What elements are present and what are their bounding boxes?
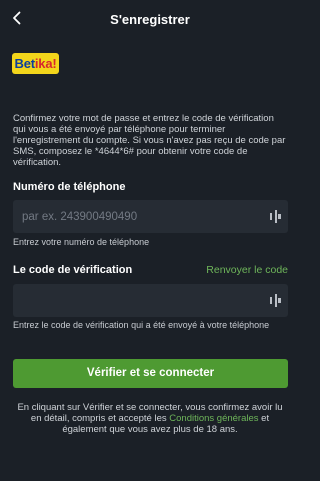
code-label: Le code de vérification (13, 264, 133, 276)
code-hint: Entrez le code de vérification qui a été… (13, 320, 270, 330)
password-dots-icon[interactable] (270, 210, 282, 223)
betika-logo: Betika! (12, 53, 59, 74)
header: S'enregistrer (0, 0, 300, 38)
phone-label: Numéro de téléphone (13, 181, 126, 193)
resend-code-link[interactable]: Renvoyer le code (206, 264, 288, 276)
phone-field (13, 200, 288, 233)
phone-input[interactable] (13, 200, 253, 233)
code-input[interactable] (13, 284, 253, 317)
phone-hint: Entrez votre numéro de téléphone (13, 237, 150, 247)
terms-link[interactable]: Conditions générales (169, 413, 258, 424)
intro-text: Confirmez votre mot de passe et entrez l… (13, 113, 286, 168)
logo-text-accent: ika! (34, 56, 57, 71)
verify-and-login-button[interactable]: Vérifier et se connecter (13, 359, 288, 388)
page-title: S'enregistrer (110, 12, 190, 27)
password-dots-icon[interactable] (270, 294, 282, 307)
logo-text-main: Bet (14, 56, 36, 71)
code-field (13, 284, 288, 317)
terms-text: En cliquant sur Vérifier et se connecter… (12, 402, 288, 435)
